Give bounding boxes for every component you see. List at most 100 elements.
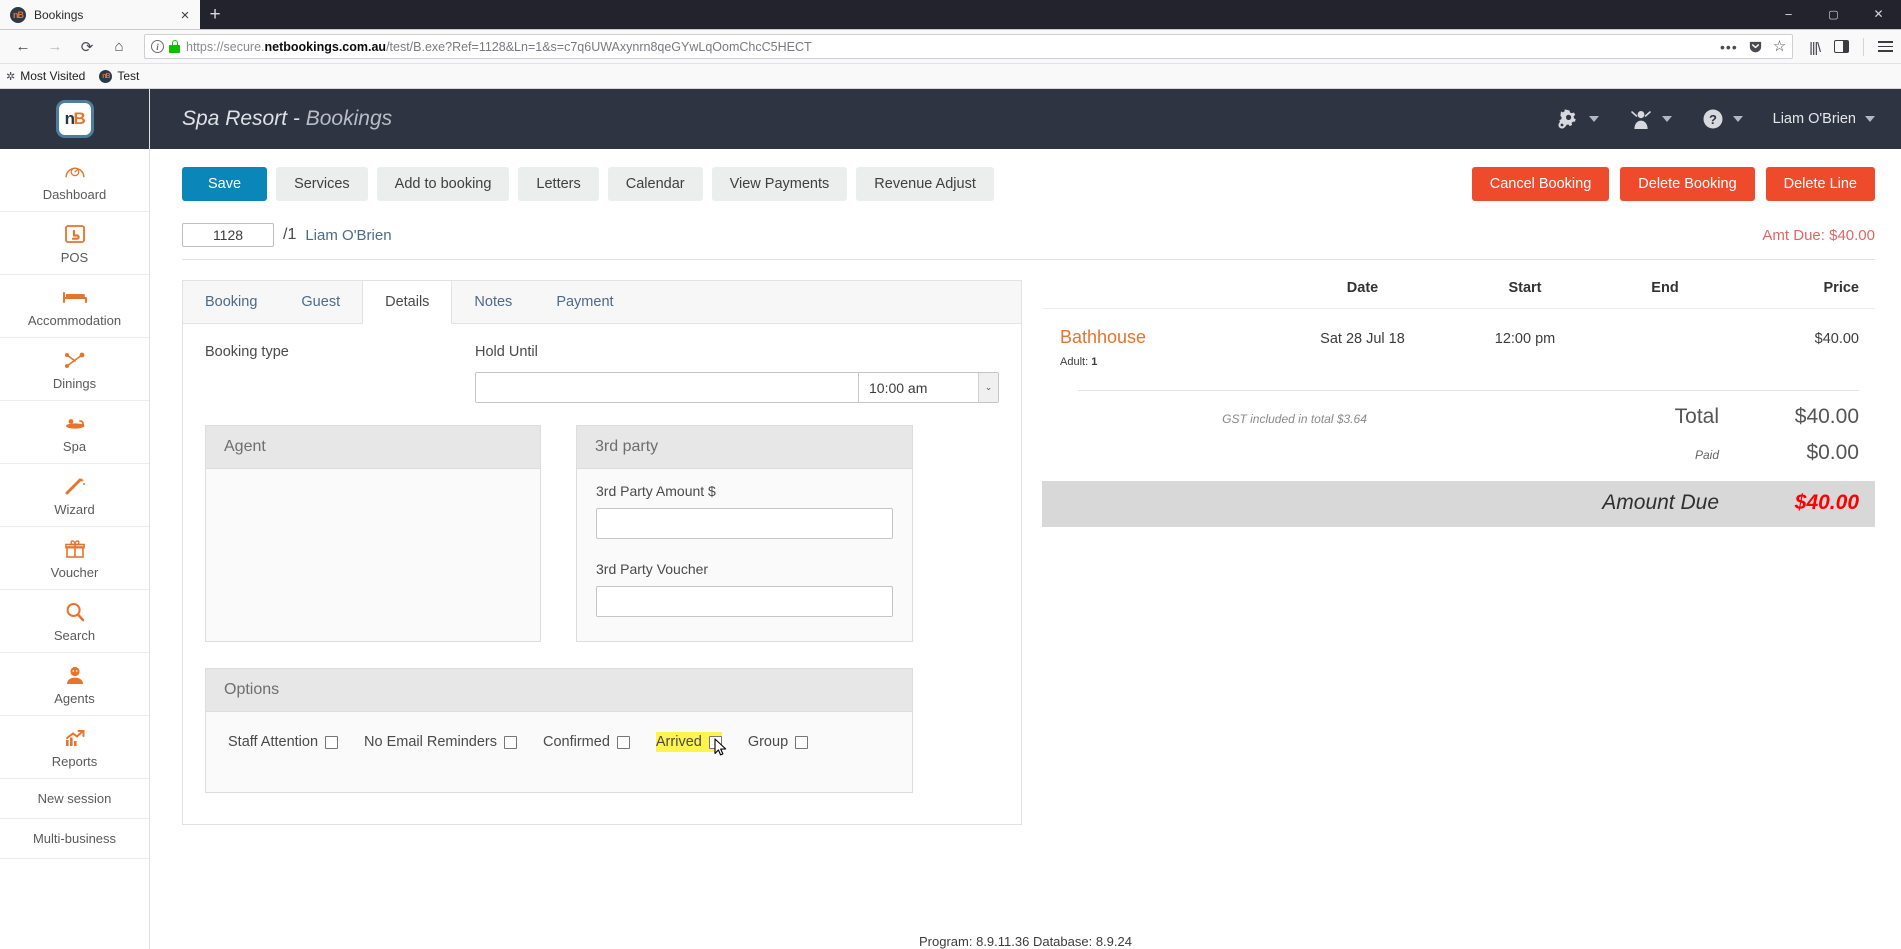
sidebar-item-voucher[interactable]: Voucher bbox=[0, 527, 149, 590]
third-party-voucher-label: 3rd Party Voucher bbox=[596, 561, 709, 577]
sidebar-item-accommodation[interactable]: Accommodation bbox=[0, 275, 149, 338]
url-path: /test/B.exe?Ref=1128&Ln=1&s=c7q6UWAxynrn… bbox=[386, 39, 812, 54]
booking-type-label: Booking type bbox=[205, 344, 289, 360]
sidebar-item-multi-business[interactable]: Multi-business bbox=[0, 819, 149, 859]
sidebar-item-reports[interactable]: Reports bbox=[0, 716, 149, 779]
url-bar[interactable]: i https://secure.netbookings.com.au/test… bbox=[144, 34, 1794, 59]
summary-row: Bathhouse Sat 28 Jul 18 12:00 pm $40.00 bbox=[1042, 309, 1875, 348]
window-close-icon[interactable]: ✕ bbox=[1856, 0, 1901, 29]
summary-item-name[interactable]: Bathhouse bbox=[1060, 327, 1275, 348]
revenue-adjust-button[interactable]: Revenue Adjust bbox=[856, 167, 994, 201]
cancel-booking-button[interactable]: Cancel Booking bbox=[1471, 167, 1610, 201]
save-button[interactable]: Save bbox=[182, 167, 268, 201]
sidebar-item-dashboard[interactable]: Dashboard bbox=[0, 149, 149, 212]
tab-guest[interactable]: Guest bbox=[279, 281, 362, 323]
staff-attention-checkbox[interactable] bbox=[325, 735, 339, 749]
action-toolbar: Save Services Add to booking Letters Cal… bbox=[150, 149, 1901, 201]
menu-icon[interactable] bbox=[1878, 40, 1893, 53]
letters-button[interactable]: Letters bbox=[518, 167, 599, 201]
no-email-reminders-checkbox[interactable] bbox=[504, 735, 517, 749]
sidebar-item-search[interactable]: Search bbox=[0, 590, 149, 653]
forward-icon[interactable]: → bbox=[40, 33, 70, 61]
summary-item-date: Sat 28 Jul 18 bbox=[1320, 331, 1405, 347]
option-group[interactable]: Group bbox=[748, 734, 809, 750]
sidebar-item-label: New session bbox=[37, 791, 112, 806]
bookmark-test[interactable]: nB Test bbox=[99, 69, 139, 83]
sidebar-item-label: Wizard bbox=[54, 502, 95, 517]
total-label: Total bbox=[1674, 405, 1719, 428]
bookmark-most-visited[interactable]: ✲ Most Visited bbox=[6, 69, 85, 83]
agent-icon bbox=[65, 664, 85, 686]
help-menu[interactable]: ? bbox=[1702, 108, 1743, 130]
add-to-booking-button[interactable]: Add to booking bbox=[376, 167, 510, 201]
sidebar-item-label: Reports bbox=[51, 754, 98, 769]
reload-icon[interactable]: ⟳ bbox=[72, 33, 102, 61]
sidebar-item-pos[interactable]: POS bbox=[0, 212, 149, 275]
new-tab-button[interactable]: + bbox=[200, 1, 230, 29]
confirmed-checkbox[interactable] bbox=[616, 735, 630, 749]
amount-due-label: Amount Due bbox=[1602, 491, 1719, 514]
site-identity[interactable]: i bbox=[151, 40, 180, 53]
bookmark-label: Test bbox=[117, 69, 140, 83]
view-payments-button[interactable]: View Payments bbox=[711, 167, 848, 201]
user-menu[interactable]: Liam O'Brien bbox=[1773, 111, 1875, 127]
agent-panel-body[interactable] bbox=[206, 469, 540, 499]
col-header-start: Start bbox=[1508, 280, 1542, 296]
sidebar-toggle-icon[interactable] bbox=[1834, 40, 1849, 53]
option-no-email-reminders[interactable]: No Email Reminders bbox=[364, 734, 517, 750]
hold-until-time-select[interactable]: 10:00 am ⌄ bbox=[859, 372, 999, 403]
sidebar-item-label: Accommodation bbox=[27, 313, 122, 328]
arrived-checkbox[interactable] bbox=[708, 735, 722, 749]
back-icon[interactable]: ← bbox=[8, 33, 38, 61]
sidebar-item-label: Dashboard bbox=[42, 187, 107, 202]
delete-booking-button[interactable]: Delete Booking bbox=[1620, 167, 1755, 201]
sidebar-item-wizard[interactable]: Wizard bbox=[0, 464, 149, 527]
options-panel-body: Staff Attention No Email Reminders Confi… bbox=[206, 712, 912, 792]
minimize-icon[interactable]: − bbox=[1766, 0, 1811, 29]
sidebar-item-new-session[interactable]: New session bbox=[0, 779, 149, 819]
option-staff-attention[interactable]: Staff Attention bbox=[228, 734, 339, 750]
pocket-icon[interactable] bbox=[1748, 39, 1763, 54]
sidebar-item-agents[interactable]: Agents bbox=[0, 653, 149, 716]
option-label: No Email Reminders bbox=[364, 734, 497, 750]
page-title-sep: - bbox=[287, 107, 306, 130]
brand-logo[interactable]: nB bbox=[0, 89, 149, 149]
option-confirmed[interactable]: Confirmed bbox=[543, 734, 630, 750]
sidebar-item-dinings[interactable]: Dinings bbox=[0, 338, 149, 401]
browser-tab-strip: nB Bookings × + − ▢ ✕ bbox=[0, 0, 1901, 30]
search-icon bbox=[65, 601, 85, 623]
tab-payment[interactable]: Payment bbox=[534, 281, 635, 323]
booking-ref-input[interactable]: 1128 bbox=[182, 223, 274, 247]
info-icon[interactable]: i bbox=[151, 40, 164, 53]
group-checkbox[interactable] bbox=[795, 735, 809, 749]
maximize-icon[interactable]: ▢ bbox=[1811, 0, 1856, 29]
booking-guest-name[interactable]: Liam O'Brien bbox=[305, 227, 391, 244]
calendar-button[interactable]: Calendar bbox=[607, 167, 703, 201]
nb-favicon-icon: nB bbox=[99, 69, 113, 83]
close-icon[interactable]: × bbox=[176, 6, 194, 24]
settings-menu[interactable] bbox=[1556, 108, 1599, 130]
option-arrived[interactable]: Arrived bbox=[655, 732, 727, 756]
chevron-down-icon: ⌄ bbox=[978, 373, 998, 402]
sidebar-item-spa[interactable]: Spa bbox=[0, 401, 149, 464]
page-actions-icon[interactable]: ••• bbox=[1720, 40, 1738, 54]
third-party-amount-input[interactable] bbox=[596, 508, 893, 539]
booking-reference-row: 1128 /1 Liam O'Brien Amt Due: $40.00 bbox=[182, 223, 1875, 260]
tab-details[interactable]: Details bbox=[362, 281, 453, 324]
tab-booking[interactable]: Booking bbox=[183, 281, 279, 323]
third-party-voucher-input[interactable] bbox=[596, 586, 893, 617]
user-menu-icon-group[interactable] bbox=[1629, 108, 1672, 130]
delete-line-button[interactable]: Delete Line bbox=[1765, 167, 1875, 201]
home-icon[interactable]: ⌂ bbox=[104, 33, 134, 61]
summary-item-price: $40.00 bbox=[1814, 331, 1859, 347]
app-footer: Program: 8.9.11.36 Database: 8.9.24 bbox=[919, 934, 1132, 949]
summary-total-row: GST included in total $3.64 Total $40.00 bbox=[1042, 391, 1875, 429]
services-button[interactable]: Services bbox=[276, 167, 368, 201]
browser-tab[interactable]: nB Bookings × bbox=[0, 0, 200, 29]
nb-favicon-icon: nB bbox=[10, 7, 26, 23]
hold-until-input[interactable] bbox=[475, 372, 859, 403]
library-icon[interactable]: |||\ bbox=[1809, 39, 1821, 55]
bookmark-star-icon[interactable]: ☆ bbox=[1773, 39, 1786, 54]
tab-notes[interactable]: Notes bbox=[452, 281, 534, 323]
sidebar-item-label: POS bbox=[60, 250, 89, 265]
